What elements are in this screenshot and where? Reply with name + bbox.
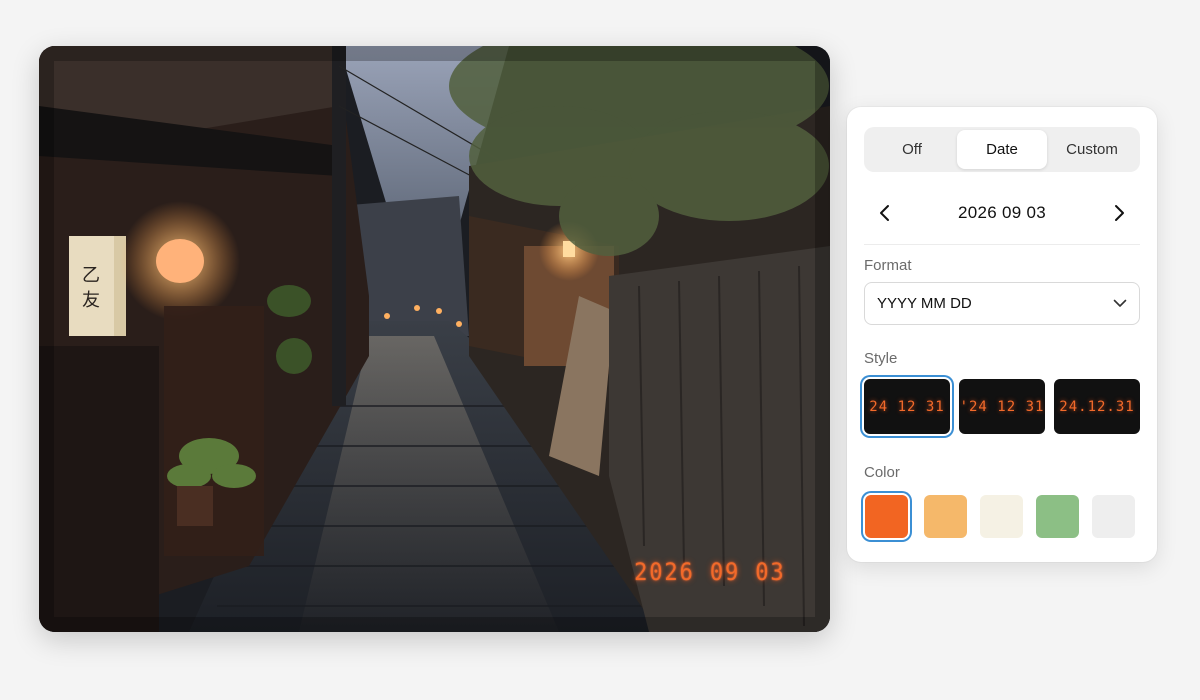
- chevron-left-icon[interactable]: [864, 193, 904, 233]
- mode-off-button[interactable]: Off: [867, 130, 957, 169]
- style-options: 24 12 31 '24 12 31 24.12.31: [864, 379, 1140, 434]
- style-option-apostrophe[interactable]: '24 12 31: [959, 379, 1045, 434]
- current-date-value: 2026 09 03: [957, 203, 1047, 222]
- svg-text:友: 友: [82, 290, 100, 311]
- color-swatches: [864, 495, 1140, 539]
- format-select-value: YYYY MM DD: [877, 295, 972, 312]
- format-select[interactable]: YYYY MM DD: [864, 282, 1140, 325]
- divider: [864, 244, 1140, 245]
- format-label: Format: [864, 257, 912, 274]
- mode-segmented-control: Off Date Custom: [864, 127, 1140, 172]
- style-option-spaced[interactable]: 24 12 31: [864, 379, 950, 434]
- color-swatch-light-gray[interactable]: [1092, 495, 1135, 538]
- color-swatch-peach[interactable]: [924, 495, 967, 538]
- color-swatch-orange[interactable]: [865, 495, 908, 538]
- style-label: Style: [864, 350, 898, 367]
- date-navigator: 2026 09 03: [864, 193, 1140, 233]
- chevron-down-icon: [1113, 295, 1127, 313]
- date-stamp-panel: Off Date Custom 2026 09 03 Format YYYY M…: [847, 107, 1157, 562]
- street-photo-image: 乙 友: [39, 46, 830, 632]
- photo-date-stamp: 2026 09 03: [633, 558, 785, 586]
- lantern-sign-text: 乙: [82, 265, 100, 286]
- color-label: Color: [864, 464, 900, 481]
- color-swatch-green[interactable]: [1036, 495, 1079, 538]
- color-swatch-cream[interactable]: [980, 495, 1023, 538]
- mode-date-button[interactable]: Date: [957, 130, 1047, 169]
- chevron-right-icon[interactable]: [1100, 193, 1140, 233]
- style-option-dotted[interactable]: 24.12.31: [1054, 379, 1140, 434]
- mode-custom-button[interactable]: Custom: [1047, 130, 1137, 169]
- photo-preview: 乙 友 2026 09 03: [39, 46, 830, 632]
